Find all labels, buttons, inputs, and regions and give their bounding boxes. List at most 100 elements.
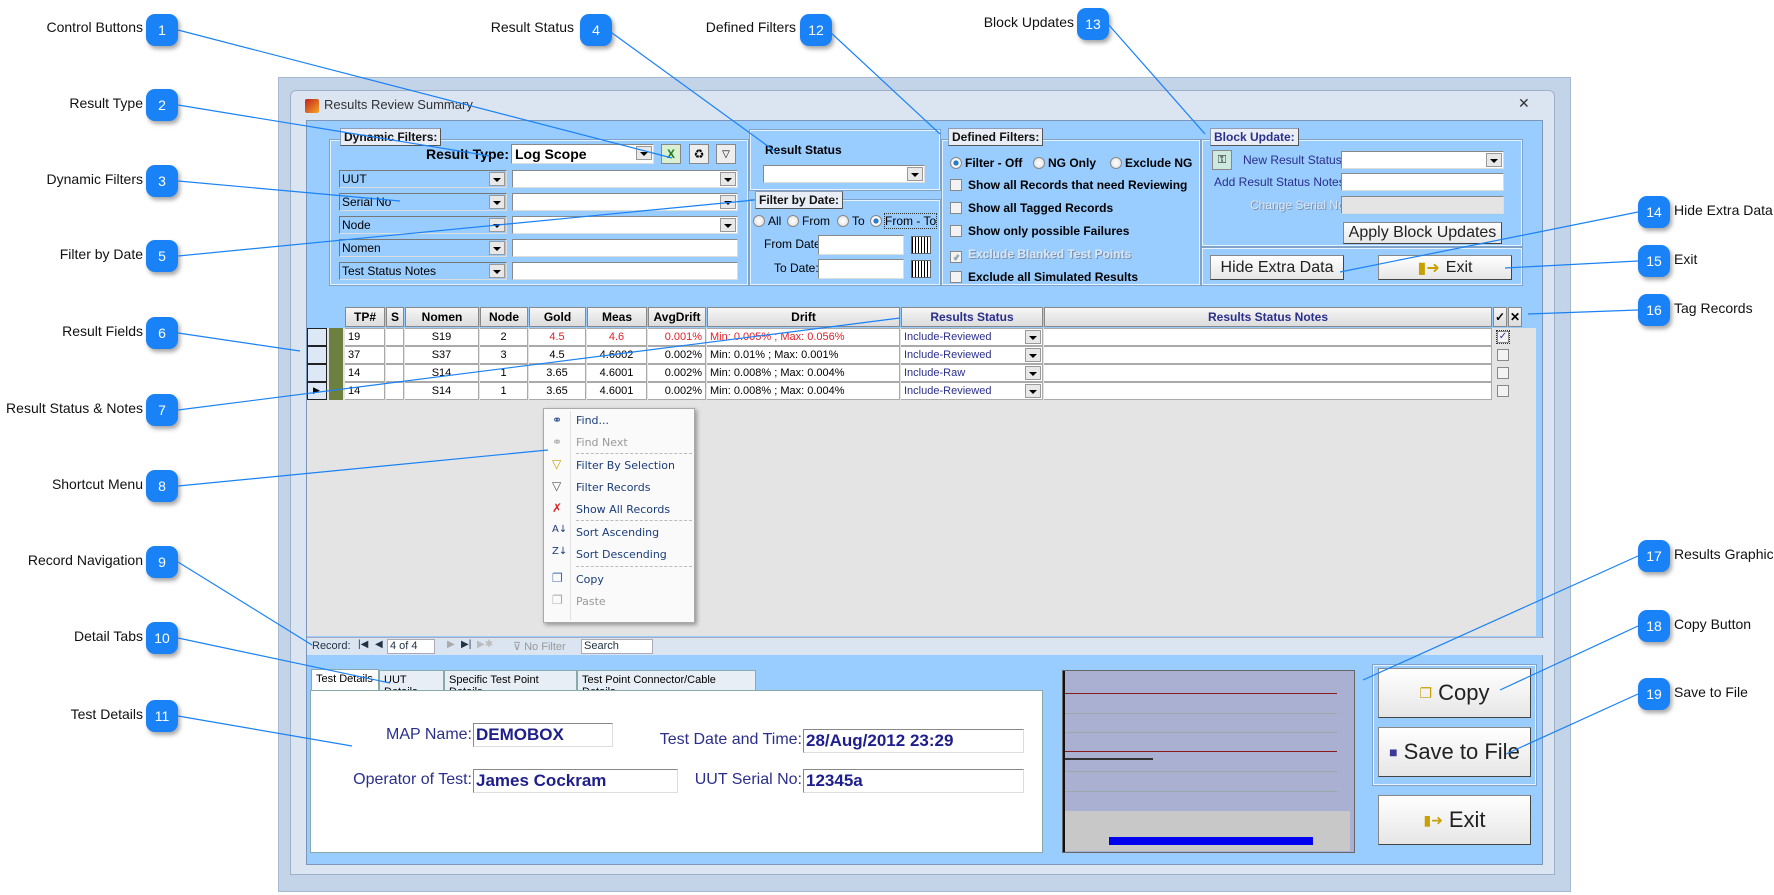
col-results-status-notes[interactable]: Results Status Notes	[1044, 307, 1492, 327]
chevron-down-icon[interactable]	[720, 218, 736, 232]
table-row[interactable]: 37 S37 3 4.5 4.6002 0.002% Min: 0.01% ; Max: 0…	[307, 346, 1536, 364]
cell-status[interactable]: Include-Reviewed	[901, 382, 1043, 400]
menu-item-filter-by-selection[interactable]: Filter By Selection	[576, 459, 675, 472]
menu-item-show-all-records[interactable]: Show All Records	[576, 503, 670, 516]
menu-item-sort-ascending[interactable]: Sort Ascending	[576, 526, 659, 539]
filter-list-icon[interactable]: ▽	[716, 144, 736, 164]
filter-field-1[interactable]: UUT	[339, 170, 507, 188]
filter-value-3[interactable]	[512, 216, 738, 234]
chevron-down-icon[interactable]	[907, 167, 923, 181]
key-icon[interactable]: ⚿	[1212, 150, 1232, 170]
col-avgdrift[interactable]: AvgDrift	[648, 307, 706, 327]
chevron-down-icon[interactable]	[1025, 384, 1041, 398]
chevron-down-icon[interactable]	[1025, 366, 1041, 380]
menu-item-filter-records[interactable]: Filter Records	[576, 481, 650, 494]
tag-checkbox-checked[interactable]: ✓	[1496, 330, 1510, 344]
calendar-icon[interactable]	[911, 236, 931, 254]
cell-status[interactable]: Include-Reviewed	[901, 346, 1043, 364]
check-need-reviewing[interactable]: Show all Records that need Reviewing	[950, 178, 1187, 192]
chevron-down-icon[interactable]	[489, 172, 505, 186]
menu-item-copy[interactable]: Copy	[576, 573, 604, 586]
filter-value-5[interactable]	[512, 262, 738, 280]
table-row[interactable]: 14 S14 1 3.65 4.6001 0.002% Min: 0.008% ; Max:…	[307, 364, 1536, 382]
table-row[interactable]: 19 S19 2 4.5 4.6 0.001% Min: 0.005% ; Max: 0.0…	[307, 328, 1536, 346]
operator-field[interactable]: James Cockram	[473, 769, 678, 793]
uut-serial-field[interactable]: 12345a	[803, 769, 1024, 793]
record-selector[interactable]	[307, 346, 327, 364]
radio-exclude-ng[interactable]: Exclude NG	[1110, 156, 1192, 170]
to-date-input[interactable]	[818, 259, 904, 279]
col-gold[interactable]: Gold	[529, 307, 586, 327]
chevron-down-icon[interactable]	[636, 146, 652, 160]
last-record-button[interactable]: ▶|	[461, 639, 471, 650]
new-status-dropdown[interactable]	[1341, 151, 1504, 169]
tag-all-button[interactable]: ✓	[1493, 307, 1507, 327]
exit-button-top[interactable]: ▮➜ Exit	[1378, 255, 1512, 280]
col-node[interactable]: Node	[480, 307, 528, 327]
test-date-field[interactable]: 28/Aug/2012 23:29	[803, 729, 1024, 753]
col-results-status[interactable]: Results Status	[901, 307, 1043, 327]
save-to-file-button[interactable]: ■ Save to File	[1378, 727, 1531, 777]
filter-value-2[interactable]	[512, 193, 738, 211]
col-nomen[interactable]: Nomen	[405, 307, 479, 327]
search-input[interactable]: Search	[581, 639, 653, 654]
excel-export-icon[interactable]: X	[661, 144, 681, 164]
tab-test-details[interactable]: Test Details	[311, 669, 379, 691]
calendar-icon[interactable]	[911, 260, 931, 278]
table-row[interactable]: ▶ 14 S14 1 3.65 4.6001 0.002% Min: 0.008% ; Max…	[307, 382, 1536, 400]
chevron-down-icon[interactable]	[1486, 153, 1502, 167]
filter-field-3[interactable]: Node	[339, 216, 507, 234]
tag-checkbox[interactable]	[1497, 385, 1509, 397]
chevron-down-icon[interactable]	[1025, 330, 1041, 344]
chevron-down-icon[interactable]	[720, 195, 736, 209]
col-tp[interactable]: TP#	[345, 307, 385, 327]
record-selector[interactable]	[307, 364, 327, 382]
cell-notes[interactable]	[1044, 382, 1492, 400]
date-option-from-to[interactable]: From - To	[870, 213, 938, 229]
record-selector[interactable]	[307, 328, 327, 346]
recycle-reset-icon[interactable]: ♻	[689, 144, 709, 164]
cell-notes[interactable]	[1044, 364, 1492, 382]
chevron-down-icon[interactable]	[1025, 348, 1041, 362]
untag-all-button[interactable]: ✕	[1508, 307, 1522, 327]
chevron-down-icon[interactable]	[489, 218, 505, 232]
no-filter-button[interactable]: ⊽ No Filter	[513, 640, 566, 653]
tab-specific-test-point-details[interactable]: Specific Test Point Details	[444, 670, 577, 698]
cell-status[interactable]: Include-Raw	[901, 364, 1043, 382]
tag-checkbox[interactable]	[1497, 367, 1509, 379]
check-tagged-records[interactable]: Show all Tagged Records	[950, 201, 1113, 215]
map-name-field[interactable]: DEMOBOX	[473, 723, 613, 747]
menu-item-find[interactable]: Find...	[576, 414, 609, 427]
filter-field-2[interactable]: Serial No	[339, 193, 507, 211]
menu-item-sort-descending[interactable]: Sort Descending	[576, 548, 667, 561]
result-type-dropdown[interactable]: Log Scope	[511, 144, 654, 164]
close-button[interactable]: ✕	[1518, 96, 1530, 112]
col-meas[interactable]: Meas	[587, 307, 647, 327]
record-position-input[interactable]: 4 of 4	[387, 639, 435, 654]
filter-field-4[interactable]: Nomen	[339, 239, 507, 257]
tab-uut-details[interactable]: UUT Details	[379, 670, 444, 698]
date-option-to[interactable]: To	[837, 214, 865, 228]
cell-notes[interactable]	[1044, 328, 1492, 346]
apply-block-updates-button[interactable]: Apply Block Updates	[1343, 222, 1502, 244]
cell-notes[interactable]	[1044, 346, 1492, 364]
tab-connector-cable-details[interactable]: Test Point Connector/Cable Details	[577, 670, 756, 698]
radio-ng-only[interactable]: NG Only	[1033, 156, 1096, 170]
tag-checkbox[interactable]	[1497, 349, 1509, 361]
record-selector[interactable]: ▶	[307, 382, 327, 400]
radio-filter-off[interactable]: Filter - Off	[950, 156, 1022, 170]
filter-value-4[interactable]	[512, 239, 738, 257]
check-possible-failures[interactable]: Show only possible Failures	[950, 224, 1129, 238]
filter-field-5[interactable]: Test Status Notes	[339, 262, 507, 280]
date-option-all[interactable]: All	[753, 214, 781, 228]
first-record-button[interactable]: |◀	[358, 639, 368, 650]
chevron-down-icon[interactable]	[720, 172, 736, 186]
cell-status[interactable]: Include-Reviewed	[901, 328, 1043, 346]
status-notes-input[interactable]	[1341, 173, 1504, 191]
chevron-down-icon[interactable]	[489, 195, 505, 209]
chevron-down-icon[interactable]	[489, 241, 505, 255]
date-option-from[interactable]: From	[787, 214, 830, 228]
check-exclude-simulated[interactable]: Exclude all Simulated Results	[950, 270, 1138, 284]
previous-record-button[interactable]: ◀	[375, 639, 383, 650]
col-s[interactable]: S	[386, 307, 404, 327]
